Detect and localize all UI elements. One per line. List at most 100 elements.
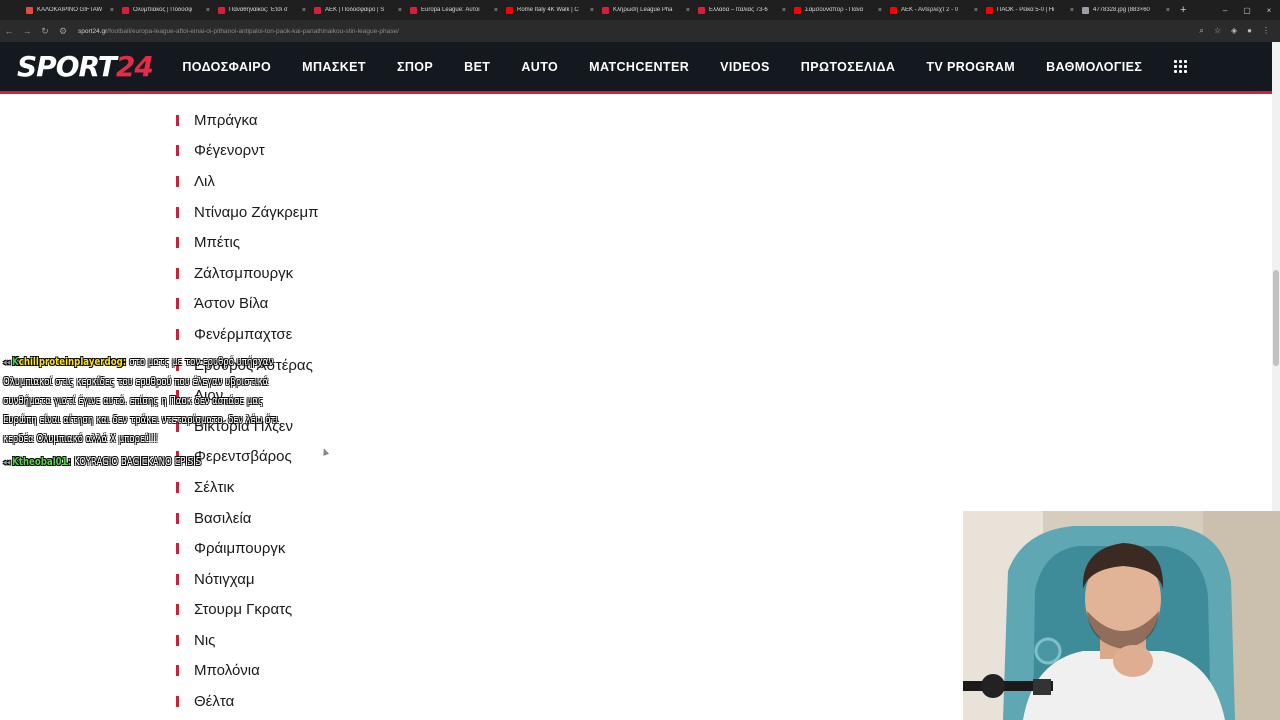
team-name: Σέλτικ — [194, 478, 235, 496]
tab-close-icon[interactable]: × — [206, 7, 210, 14]
close-window-icon[interactable]: × — [1258, 6, 1280, 15]
reload-icon[interactable]: ↻ — [36, 26, 54, 37]
team-list-item: Μπέτις — [176, 227, 318, 258]
back-icon[interactable]: ← — [0, 26, 18, 36]
tab-label: Ελλάδα – Ιταλίας 73-6 — [709, 7, 768, 13]
tab-close-icon[interactable]: × — [110, 7, 114, 14]
chat-badge: ◂◂ — [3, 458, 11, 468]
browser-tab[interactable]: Σαμσουνσπόρ - Πανα × — [790, 0, 886, 20]
team-name: Βασιλεία — [194, 509, 252, 527]
team-list-item: Φράιμπουργκ — [176, 533, 318, 564]
extension-icon[interactable]: ◈ — [1231, 26, 1237, 36]
tab-label: ΑΕΚ | Ποδόσφαιρο | S — [325, 7, 385, 13]
zoom-icon[interactable]: ⌕ — [1199, 26, 1203, 36]
tab-close-icon[interactable]: × — [782, 7, 786, 14]
browser-tab[interactable]: ΚΑΛΟΚΑΙΡΙΝΟ GIFTAW × — [22, 0, 118, 20]
list-bullet-bar — [176, 267, 179, 279]
browser-address-bar: ← → ↻ ⚙ sport24.gr/football/europa-leagu… — [0, 20, 1280, 42]
nav-item[interactable]: TV PROGRAM — [911, 60, 1031, 74]
chat-username: chillproteinplayerdog — [18, 356, 123, 368]
apps-grid-icon[interactable] — [1173, 60, 1187, 73]
tab-close-icon[interactable]: × — [1070, 7, 1074, 14]
nav-item[interactable]: AUTO — [506, 60, 574, 74]
team-list-item: Νότιγχαμ — [176, 564, 318, 595]
tab-label: Ολυμπιακός | Ποδόσφ — [133, 7, 193, 13]
nav-item[interactable]: ΠΡΩΤΟΣΕΛΙΔΑ — [785, 60, 911, 74]
tab-close-icon[interactable]: × — [878, 7, 882, 14]
browser-tab[interactable]: ΠΑΟΚ - Ρέϊκα 5-0 | Hi × — [982, 0, 1078, 20]
team-name: Άστον Βίλα — [194, 295, 269, 313]
team-name: Φράιμπουργκ — [194, 540, 286, 558]
bookmark-star-icon[interactable]: ☆ — [1214, 26, 1221, 36]
tab-favicon-icon — [218, 6, 225, 14]
tab-close-icon[interactable]: × — [302, 7, 306, 14]
browser-tab[interactable]: Παναθηναϊκός: Έτσι σ × — [214, 0, 310, 20]
tab-close-icon[interactable]: × — [494, 7, 498, 14]
browser-tab[interactable]: Ολυμπιακός | Ποδόσφ × — [118, 0, 214, 20]
nav-item[interactable]: ΜΠΑΣΚΕΤ — [287, 60, 382, 74]
tab-close-icon[interactable]: × — [974, 7, 978, 14]
nav-item[interactable]: ΣΠΟΡ — [381, 60, 448, 74]
team-name: Στουρμ Γκρατς — [194, 601, 293, 619]
browser-tab[interactable]: ΑΕΚ - Αντερλεχτ 2 - 0 × — [886, 0, 982, 20]
forward-icon[interactable]: → — [18, 26, 36, 36]
tab-close-icon[interactable]: × — [1166, 7, 1170, 14]
logo-text: SPORT — [17, 50, 117, 83]
stream-chat-overlay: ◂◂ Kchillproteinplayerdog: στο ματς με το… — [3, 353, 286, 477]
browser-tab[interactable]: Κλήρωση League Pha × — [598, 0, 694, 20]
list-bullet-bar — [176, 237, 179, 249]
team-list-item: Μπράγκα — [176, 105, 318, 136]
team-name: Νότιγχαμ — [194, 570, 255, 588]
url-field[interactable]: sport24.gr/football/europa-league-aftoi-… — [78, 28, 1199, 35]
nav-item[interactable]: MATCHCENTER — [574, 60, 705, 74]
team-list-item: Λιλ — [176, 166, 318, 197]
list-bullet-bar — [176, 114, 179, 126]
main-nav: ΠΟΔΟΣΦΑΙΡΟ ΜΠΑΣΚΕΤ ΣΠΟΡ BET AUTO MATCHCENTER V… — [167, 60, 1158, 74]
browser-tab[interactable]: 4778328.jpg (883×60 × — [1078, 0, 1174, 20]
tab-label: Rome Italy 4K Walk | C — [517, 7, 579, 13]
profile-icon[interactable]: ● — [1247, 26, 1252, 36]
team-list-item: Ντίναμο Ζάγκρεμπ — [176, 197, 318, 228]
maximize-icon[interactable]: ▢ — [1236, 6, 1258, 15]
tab-close-icon[interactable]: × — [686, 7, 690, 14]
scrollbar-thumb[interactable] — [1273, 270, 1279, 366]
team-name: Φέγενορντ — [194, 142, 265, 160]
browser-tab[interactable]: ΑΕΚ | Ποδόσφαιρο | S × — [310, 0, 406, 20]
menu-dots-icon[interactable]: ⋮ — [1262, 26, 1270, 36]
tab-label: Europa League: Αυτοί — [421, 7, 480, 13]
browser-tab[interactable]: Rome Italy 4K Walk | C × — [502, 0, 598, 20]
team-list-item: Μπολόνια — [176, 656, 318, 687]
tab-favicon-icon — [314, 6, 321, 14]
team-list-item: Θέλτα — [176, 686, 318, 717]
list-bullet-bar — [176, 175, 179, 187]
chat-message: ◂◂ Ktheobal01: KOYRAGIO BAGIEKANO EPISIS — [3, 456, 202, 468]
list-bullet-bar — [176, 298, 179, 310]
tab-close-icon[interactable]: × — [398, 7, 402, 14]
list-bullet-bar — [176, 543, 179, 555]
tab-favicon-icon — [890, 6, 897, 14]
webcam-feed — [963, 511, 1280, 720]
list-bullet-bar — [176, 328, 179, 340]
site-info-icon[interactable]: ⚙ — [54, 26, 72, 37]
nav-item[interactable]: BET — [449, 60, 506, 74]
nav-item[interactable]: ΒΑΘΜΟΛΟΓΙΕΣ — [1031, 60, 1158, 74]
tab-favicon-icon — [602, 6, 609, 14]
tab-label: ΑΕΚ - Αντερλεχτ 2 - 0 — [901, 7, 959, 13]
tab-label: Σαμσουνσπόρ - Πανα — [805, 7, 864, 13]
tab-label: ΚΑΛΟΚΑΙΡΙΝΟ GIFTAW — [37, 7, 103, 13]
tab-favicon-icon — [698, 6, 705, 14]
list-bullet-bar — [176, 481, 179, 493]
nav-item[interactable]: ΠΟΔΟΣΦΑΙΡΟ — [167, 60, 287, 74]
browser-tab[interactable]: Ελλάδα – Ιταλίας 73-6 × — [694, 0, 790, 20]
tab-favicon-icon — [26, 6, 33, 14]
tab-close-icon[interactable]: × — [590, 7, 594, 14]
tab-label: Κλήρωση League Pha — [613, 7, 673, 13]
tab-label: ΠΑΟΚ - Ρέϊκα 5-0 | Hi — [997, 7, 1055, 13]
nav-item[interactable]: VIDEOS — [705, 60, 786, 74]
sport24-logo[interactable]: SPORT24 — [17, 50, 154, 83]
browser-tab[interactable]: Europa League: Αυτοί × — [406, 0, 502, 20]
team-list-item: Στουρμ Γκρατς — [176, 595, 318, 626]
list-bullet-bar — [176, 604, 179, 616]
minimize-icon[interactable]: – — [1214, 6, 1236, 15]
new-tab-icon[interactable]: + — [1180, 4, 1186, 16]
